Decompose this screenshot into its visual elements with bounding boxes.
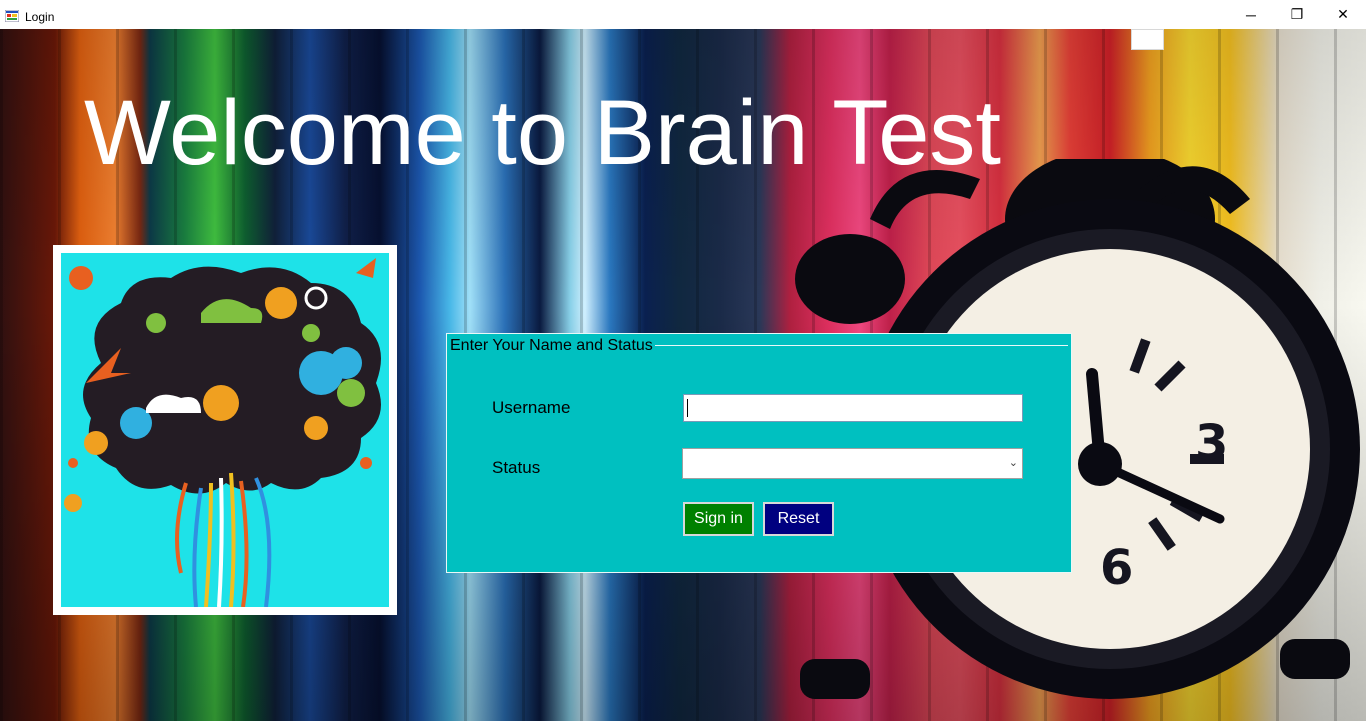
corner-white-box [1131, 29, 1164, 50]
brain-illustration [61, 253, 389, 607]
status-dropdown[interactable]: ⌄ [682, 448, 1023, 479]
welcome-heading: Welcome to Brain Test [84, 82, 1001, 184]
chevron-down-icon[interactable]: ⌄ [1009, 456, 1018, 469]
close-button[interactable]: ✕ [1320, 0, 1366, 29]
svg-text:3: 3 [1195, 415, 1228, 471]
groupbox-legend: Enter Your Name and Status [448, 337, 655, 355]
reset-button[interactable]: Reset [763, 502, 834, 536]
maximize-button[interactable]: ❐ [1274, 0, 1320, 29]
signin-button[interactable]: Sign in [683, 502, 754, 536]
text-caret [687, 399, 688, 417]
window-title: Login [25, 10, 55, 24]
window-titlebar: Login ─ ❐ ✕ [0, 0, 1366, 29]
brain-icon [64, 258, 381, 607]
username-input[interactable] [683, 394, 1023, 422]
brain-picture [53, 245, 397, 615]
username-label: Username [492, 398, 571, 417]
svg-text:6: 6 [1100, 540, 1133, 596]
minimize-button[interactable]: ─ [1228, 0, 1274, 29]
form-client-area: 3 6 Welcome to Brain Test Enter Your Nam… [0, 29, 1366, 721]
status-label: Status [492, 458, 541, 477]
app-icon [5, 10, 19, 22]
